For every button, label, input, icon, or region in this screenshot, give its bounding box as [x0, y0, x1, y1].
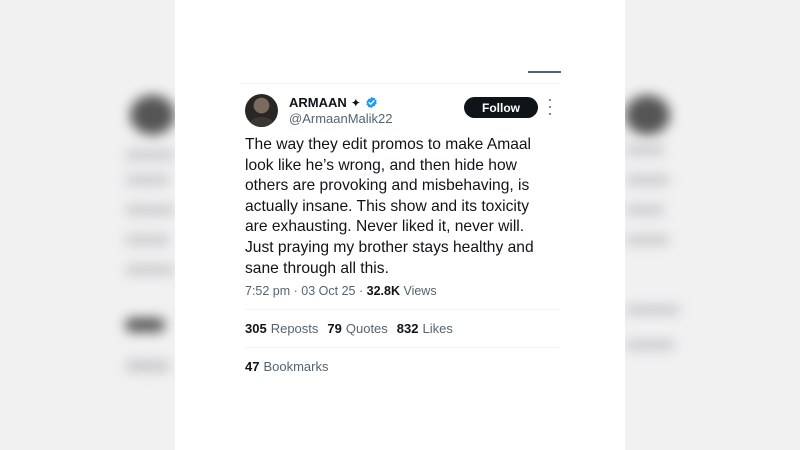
tweet-line: actually insane. This show and its toxic…: [245, 197, 529, 215]
tweet-line: The way they edit promos to make Amaal: [245, 136, 532, 153]
tweet-line: sane through all this.: [245, 259, 389, 277]
blurred-background-left: [0, 0, 175, 450]
tweet-card: ARMAAN ✦ @ArmaanMalik22 Follow The way t…: [175, 0, 625, 450]
divider: [240, 83, 560, 84]
divider: [245, 347, 559, 348]
quotes-count: 79: [327, 321, 342, 336]
follow-button[interactable]: Follow: [464, 97, 538, 118]
bookmarks-count: 47: [245, 359, 260, 374]
author-name-row: ARMAAN ✦: [289, 95, 378, 110]
tweet-line: Just praying my brother stays healthy an…: [245, 238, 534, 256]
tweet-text: The way they edit promos to make Amaal l…: [245, 135, 575, 279]
tab-indicator: [528, 71, 561, 73]
verified-badge-icon: [365, 96, 378, 109]
avatar[interactable]: [245, 94, 278, 127]
tweet-line: are exhausting. Never liked it, never wi…: [245, 218, 525, 236]
likes-count: 832: [396, 321, 419, 336]
views-label: Views: [403, 284, 437, 298]
quotes-stat[interactable]: 79 Quotes: [327, 321, 387, 336]
tweet-line: look like he’s wrong, and then hide how: [245, 156, 517, 174]
more-options-icon[interactable]: [547, 99, 553, 115]
author-name[interactable]: ARMAAN: [289, 95, 347, 110]
likes-stat[interactable]: 832 Likes: [397, 321, 453, 336]
blurred-background-right: [625, 0, 800, 450]
likes-label: Likes: [422, 321, 453, 336]
reposts-count: 305: [245, 321, 267, 336]
author-handle[interactable]: @ArmaanMalik22: [289, 111, 393, 126]
tweet-meta: 7:52 pm · 03 Oct 25 · 32.8K Views: [245, 284, 437, 298]
bookmarks-label: Bookmarks: [263, 359, 329, 374]
quotes-label: Quotes: [345, 321, 388, 336]
engagement-stats: 305 Reposts 79 Quotes 832 Likes: [245, 321, 453, 336]
bookmarks-stat[interactable]: 47 Bookmarks: [245, 359, 329, 374]
tweet-date[interactable]: 03 Oct 25: [301, 284, 355, 298]
reposts-stat[interactable]: 305 Reposts: [245, 321, 318, 336]
divider: [245, 309, 559, 310]
reposts-label: Reposts: [270, 321, 319, 336]
tweet-time[interactable]: 7:52 pm: [245, 284, 290, 298]
sparkle-icon: ✦: [350, 95, 361, 110]
tweet-line: others are provoking and misbehaving, is: [245, 177, 530, 195]
views-count: 32.8K: [366, 284, 400, 298]
